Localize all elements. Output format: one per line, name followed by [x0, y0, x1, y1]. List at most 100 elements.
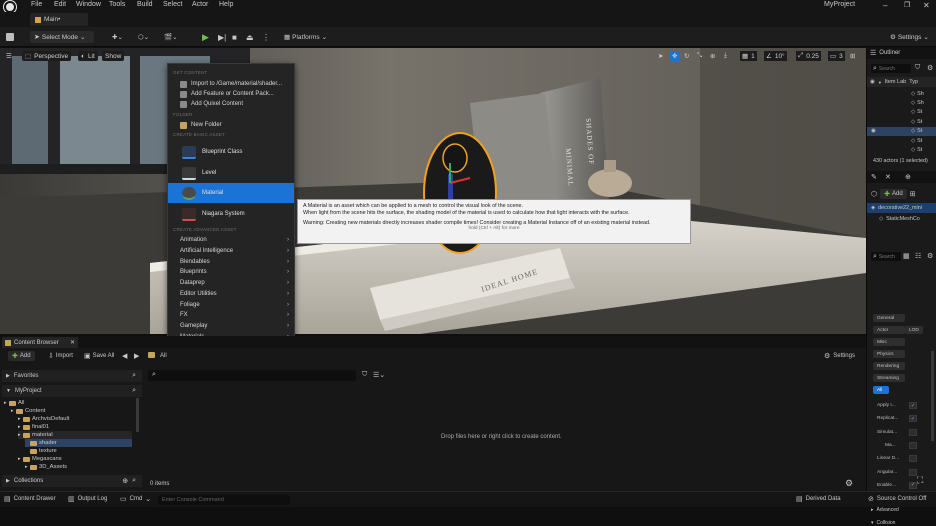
- menu-niagara-system[interactable]: Niagara System: [168, 204, 294, 224]
- search-icon[interactable]: ⌕: [132, 477, 136, 485]
- maximize-icon[interactable]: ❐: [904, 1, 910, 9]
- menu-new-folder[interactable]: New Folder: [168, 120, 294, 130]
- menu-level[interactable]: Level: [168, 163, 294, 183]
- outliner-row[interactable]: ◇ St: [867, 136, 936, 145]
- menu-material[interactable]: Material: [168, 183, 294, 203]
- history-forward-icon[interactable]: ▶: [134, 352, 139, 360]
- world-settings-icon[interactable]: ⊕: [905, 173, 911, 181]
- property-checkbox[interactable]: [909, 455, 917, 463]
- tab-main[interactable]: Main•: [30, 13, 88, 26]
- outliner-settings-icon[interactable]: ⚙: [927, 64, 933, 72]
- show-button[interactable]: Show: [102, 51, 125, 61]
- project-header[interactable]: ▼ MyProject ⌕: [2, 385, 142, 397]
- step-icon[interactable]: ▶|: [218, 31, 226, 43]
- menu-actor[interactable]: Actor: [192, 1, 208, 8]
- select-tool-icon[interactable]: ➤: [658, 51, 663, 61]
- settings-button[interactable]: ⚙ Settings ⌄: [890, 31, 929, 43]
- console-input[interactable]: Enter Console Command: [158, 495, 290, 505]
- asset-search-input[interactable]: ⌕: [148, 370, 356, 381]
- history-back-icon[interactable]: ◀: [122, 352, 127, 360]
- derived-data-button[interactable]: ▤ Derived Data: [796, 495, 841, 503]
- menu-advanced-fx[interactable]: FX ›: [168, 310, 294, 321]
- menu-add-feature[interactable]: Add Feature or Content Pack...: [168, 89, 294, 99]
- fullscreen-icon[interactable]: ⛶: [917, 475, 923, 486]
- lock-icon[interactable]: ☷: [915, 252, 921, 260]
- property-checkbox[interactable]: [909, 428, 917, 436]
- details-add-button[interactable]: ✚ Add: [880, 189, 907, 199]
- stop-icon[interactable]: ■: [232, 31, 237, 43]
- close-tab-icon[interactable]: ✕: [70, 339, 75, 346]
- folder-tree-item[interactable]: ▸ ArchvisDefault: [18, 415, 69, 423]
- content-drawer-button[interactable]: ▤ Content Drawer: [4, 495, 56, 503]
- cmd-dropdown[interactable]: ▭ Cmd ⌄: [120, 495, 151, 503]
- play-icon[interactable]: ▶: [202, 31, 209, 43]
- details-search-input[interactable]: ⌕ Search: [871, 252, 901, 261]
- eject-icon[interactable]: ⏏: [246, 31, 254, 43]
- details-scrollbar[interactable]: [931, 351, 934, 441]
- menu-advanced-blendables[interactable]: Blendables ›: [168, 256, 294, 267]
- property-section-collision[interactable]: ▾ Collision: [871, 520, 895, 526]
- filter-icon[interactable]: ⛉: [362, 371, 367, 379]
- viewport-menu-icon[interactable]: ☰: [6, 51, 12, 61]
- folder-tree-item[interactable]: ▸ material: [18, 431, 132, 439]
- menu-advanced-artificial-intelligence[interactable]: Artificial Intelligence ›: [168, 246, 294, 257]
- favorites-header[interactable]: ▶ Favorites ⌕: [2, 370, 142, 382]
- search-icon[interactable]: ⌕: [132, 387, 136, 395]
- menu-import[interactable]: Import to /Game/material/shader...: [168, 79, 294, 89]
- outliner-search-input[interactable]: ⌕ Search: [871, 64, 911, 73]
- cb-settings-button[interactable]: ⚙ Settings: [824, 352, 855, 360]
- filter-chip-general[interactable]: General: [873, 314, 905, 322]
- menu-advanced-dataprep[interactable]: Dataprep ›: [168, 278, 294, 289]
- property-checkbox[interactable]: [909, 441, 917, 449]
- collections-header[interactable]: ▶ Collections ⊕ ⌕: [2, 475, 142, 487]
- scale-tool-icon[interactable]: ⤡: [697, 51, 702, 61]
- menu-edit[interactable]: Edit: [54, 1, 66, 8]
- menu-tools[interactable]: Tools: [109, 1, 125, 8]
- menu-window[interactable]: Window: [76, 1, 101, 8]
- property-checkbox[interactable]: ✓: [909, 402, 917, 409]
- column-item-label[interactable]: Item Lab: [885, 79, 906, 85]
- output-log-button[interactable]: ▥ Output Log: [68, 495, 107, 503]
- tree-scrollbar[interactable]: [136, 398, 139, 432]
- add-button[interactable]: ✚ Add: [8, 351, 35, 361]
- save-icon[interactable]: [6, 31, 14, 43]
- viewport-layout-icon[interactable]: ⊞: [850, 51, 855, 61]
- translate-tool-icon[interactable]: ✥: [670, 51, 680, 61]
- more-options-icon[interactable]: ⋮: [262, 31, 270, 43]
- blueprint-icon[interactable]: ⊞: [910, 190, 916, 198]
- visibility-icon[interactable]: ◉: [870, 79, 875, 85]
- add-actor-icon[interactable]: ✚⌄: [112, 31, 123, 43]
- menu-advanced-editor-utilities[interactable]: Editor Utilities ›: [168, 289, 294, 300]
- select-mode-dropdown[interactable]: ➤ Select Mode ⌄: [30, 31, 94, 43]
- folder-tree-item[interactable]: texture: [25, 447, 57, 455]
- import-button[interactable]: ⇩ Import: [48, 351, 73, 361]
- level-viewport[interactable]: SHADES OF MINIMAL IDEAL HOME ☰ ⬚ Perspec…: [0, 48, 866, 334]
- filter-chip-all[interactable]: All: [873, 386, 889, 394]
- filter-chip-misc[interactable]: Misc: [873, 338, 905, 346]
- outliner-row[interactable]: ◇ St: [867, 117, 936, 126]
- menu-help[interactable]: Help: [219, 1, 233, 8]
- folder-tree-item[interactable]: ▸ 3D_Assets: [25, 463, 67, 471]
- rotate-tool-icon[interactable]: ↻: [684, 51, 689, 61]
- outliner-tab[interactable]: ☰ Outliner: [867, 47, 936, 59]
- menu-build[interactable]: Build: [137, 1, 153, 8]
- view-settings-icon[interactable]: ⚙: [845, 478, 853, 489]
- outliner-row[interactable]: ◇ St: [867, 108, 936, 117]
- menu-advanced-animation[interactable]: Animation ›: [168, 235, 294, 246]
- grid-snap-button[interactable]: ▦ 1: [740, 51, 757, 61]
- view-options-icon[interactable]: ☰⌄: [373, 371, 385, 379]
- content-browser-tab[interactable]: Content Browser ✕: [2, 337, 78, 348]
- add-collection-icon[interactable]: ⊕: [122, 477, 128, 485]
- save-all-button[interactable]: ▣ Save All: [84, 351, 114, 361]
- close-tab-icon[interactable]: ✕: [885, 173, 891, 181]
- surface-snap-icon[interactable]: ⤓: [724, 51, 727, 61]
- folder-tree-item[interactable]: ▸ Content: [11, 407, 45, 415]
- camera-speed-button[interactable]: ▭ 3: [828, 51, 845, 61]
- path-root[interactable]: All: [160, 353, 167, 359]
- menu-blueprint-class[interactable]: Blueprint Class: [168, 142, 294, 162]
- outliner-row[interactable]: ◇ Sh: [867, 98, 936, 107]
- search-icon[interactable]: ⌕: [132, 372, 136, 380]
- menu-advanced-foliage[interactable]: Foliage ›: [168, 299, 294, 310]
- scale-snap-button[interactable]: ⤢ 0.25: [796, 51, 821, 61]
- world-icon[interactable]: ⊕: [710, 51, 715, 61]
